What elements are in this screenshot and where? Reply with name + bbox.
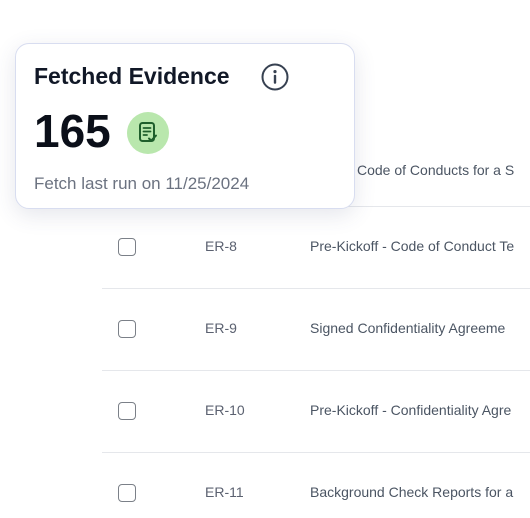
row-id: ER-9 <box>205 320 237 336</box>
info-icon[interactable] <box>261 63 289 91</box>
row-title[interactable]: Pre-Kickoff - Confidentiality Agre <box>310 402 511 418</box>
row-id: ER-10 <box>205 402 245 418</box>
fetched-evidence-card: Fetched Evidence 165 Fetch last run on 1… <box>15 43 355 209</box>
evidence-count: 165 <box>34 105 111 157</box>
table-row[interactable]: ER-9 Signed Confidentiality Agreeme <box>102 289 530 371</box>
table-row[interactable]: ER-8 Pre-Kickoff - Code of Conduct Te <box>102 207 530 289</box>
row-title[interactable]: Signed Confidentiality Agreeme <box>310 320 505 336</box>
table-row[interactable]: ER-11 Background Check Reports for a <box>102 453 530 518</box>
row-checkbox[interactable] <box>118 402 136 420</box>
column-header-title[interactable]: Code of Conducts for a S <box>357 162 514 178</box>
document-check-icon <box>127 112 169 154</box>
row-id: ER-11 <box>205 484 244 500</box>
row-title[interactable]: Background Check Reports for a <box>310 484 513 500</box>
fetch-last-run-text: Fetch last run on 11/25/2024 <box>34 174 250 193</box>
row-checkbox[interactable] <box>118 320 136 338</box>
row-title[interactable]: Pre-Kickoff - Code of Conduct Te <box>310 238 514 254</box>
card-title: Fetched Evidence <box>34 63 230 89</box>
row-id: ER-8 <box>205 238 237 254</box>
row-checkbox[interactable] <box>118 238 136 256</box>
row-checkbox[interactable] <box>118 484 136 502</box>
table-row[interactable]: ER-10 Pre-Kickoff - Confidentiality Agre <box>102 371 530 453</box>
